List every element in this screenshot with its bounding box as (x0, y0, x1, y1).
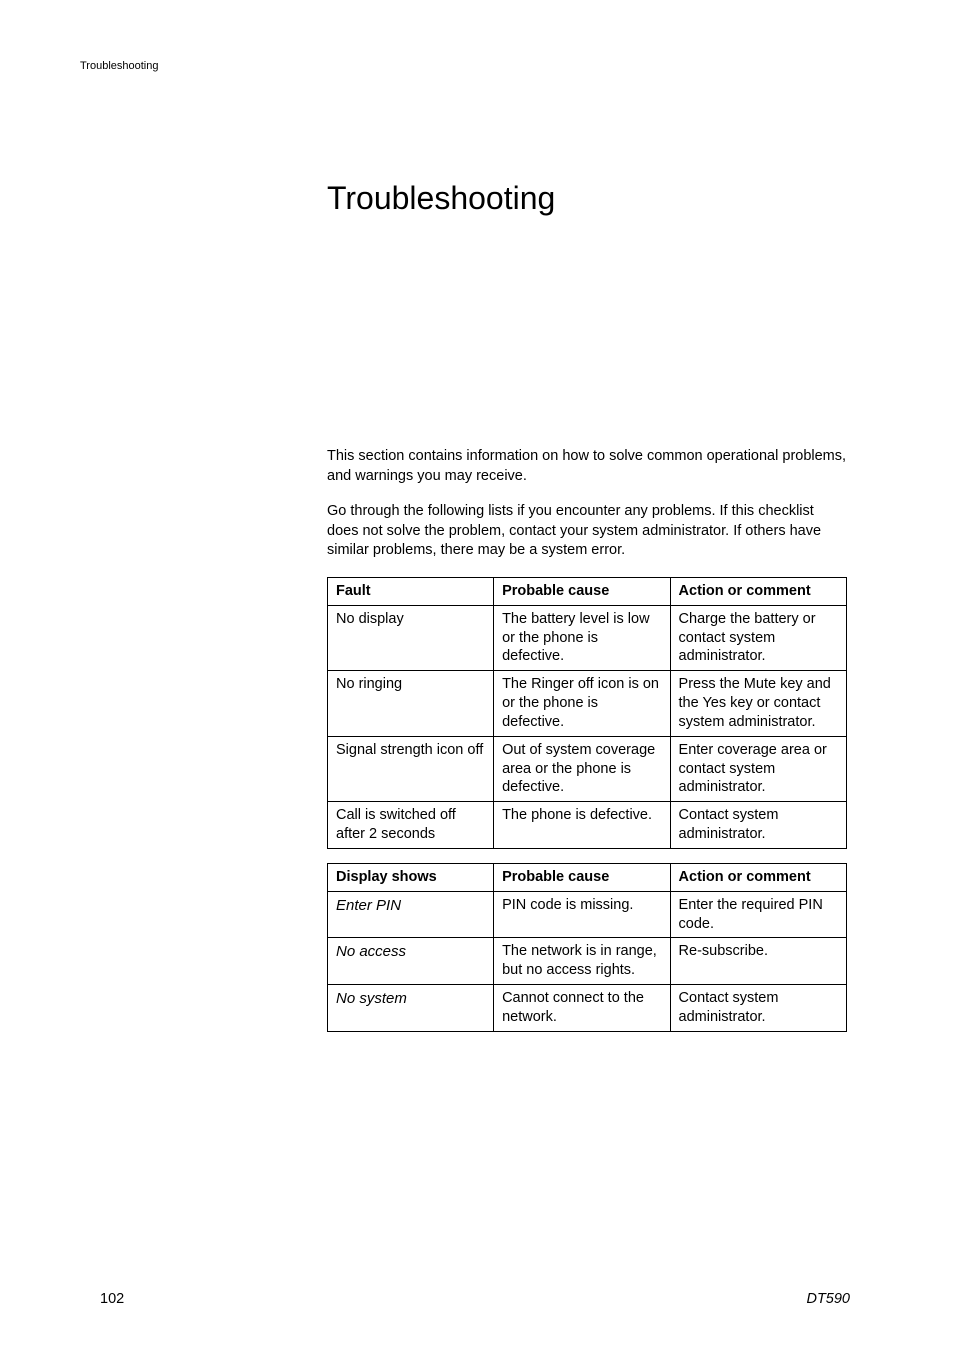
fault-table: Fault Probable cause Action or comment N… (327, 577, 847, 849)
main-content: Troubleshooting This section contains in… (327, 180, 847, 1046)
table-header-cause: Probable cause (494, 577, 670, 605)
table-row: No system Cannot connect to the network.… (328, 985, 847, 1032)
cell-action: Charge the battery or contact system adm… (670, 605, 846, 671)
table-row: No display The battery level is low or t… (328, 605, 847, 671)
cell-cause: The network is in range, but no access r… (494, 938, 670, 985)
cell-action: Enter the required PIN code. (670, 891, 846, 938)
table-header-fault: Fault (328, 577, 494, 605)
page-title: Troubleshooting (327, 180, 847, 217)
cell-action: Contact system administrator. (670, 985, 846, 1032)
intro-paragraph-1: This section contains information on how… (327, 447, 847, 486)
table-header-display: Display shows (328, 863, 494, 891)
cell-cause: The phone is defective. (494, 802, 670, 849)
running-header: Troubleshooting (80, 60, 158, 72)
cell-cause: Cannot connect to the network. (494, 985, 670, 1032)
table-row: Signal strength icon off Out of system c… (328, 736, 847, 802)
cell-action: Re-subscribe. (670, 938, 846, 985)
table-row: Enter PIN PIN code is missing. Enter the… (328, 891, 847, 938)
table-header-row: Fault Probable cause Action or comment (328, 577, 847, 605)
cell-display: Enter PIN (328, 891, 494, 938)
table-row: No ringing The Ringer off icon is on or … (328, 671, 847, 737)
cell-action: Press the Mute key and the Yes key or co… (670, 671, 846, 737)
page-number: 102 (100, 1291, 124, 1307)
cell-cause: The battery level is low or the phone is… (494, 605, 670, 671)
table-row: No access The network is in range, but n… (328, 938, 847, 985)
cell-display: No system (328, 985, 494, 1032)
page-footer: 102 DT590 (100, 1291, 850, 1307)
cell-cause: Out of system coverage area or the phone… (494, 736, 670, 802)
cell-fault: No display (328, 605, 494, 671)
cell-cause: The Ringer off icon is on or the phone i… (494, 671, 670, 737)
cell-fault: No ringing (328, 671, 494, 737)
intro-paragraph-2: Go through the following lists if you en… (327, 502, 847, 561)
cell-action: Enter coverage area or contact system ad… (670, 736, 846, 802)
table-header-row: Display shows Probable cause Action or c… (328, 863, 847, 891)
table-header-cause: Probable cause (494, 863, 670, 891)
cell-cause: PIN code is missing. (494, 891, 670, 938)
table-header-action: Action or comment (670, 577, 846, 605)
table-row: Call is switched off after 2 seconds The… (328, 802, 847, 849)
cell-fault: Call is switched off after 2 seconds (328, 802, 494, 849)
cell-display: No access (328, 938, 494, 985)
cell-fault: Signal strength icon off (328, 736, 494, 802)
cell-action: Contact system administrator. (670, 802, 846, 849)
display-table: Display shows Probable cause Action or c… (327, 863, 847, 1032)
document-id: DT590 (806, 1291, 850, 1307)
table-header-action: Action or comment (670, 863, 846, 891)
